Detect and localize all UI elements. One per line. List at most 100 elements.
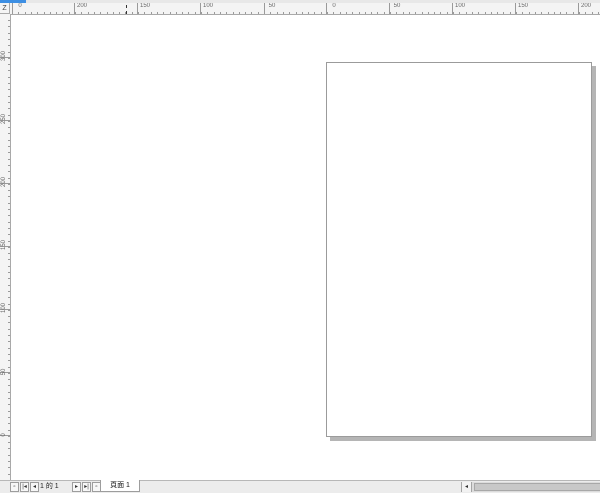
horizontal-scrollbar[interactable]: ◂ [461, 482, 600, 492]
vertical-ruler[interactable]: 300 250 200 150 100 50 0 [0, 14, 11, 480]
page-add-icon: ▫ [13, 484, 16, 490]
ruler-tick [446, 12, 448, 14]
ruler-tick [131, 12, 133, 14]
ruler-major-tick [578, 3, 579, 14]
ruler-tick [490, 12, 492, 14]
ruler-tick [62, 12, 64, 14]
ruler-tick [8, 133, 10, 135]
ruler-label: 0 [1, 433, 7, 437]
ruler-tick [8, 423, 10, 425]
ruler-tick [497, 12, 499, 14]
cursor-position-marker [126, 5, 128, 14]
first-page-button[interactable]: |◂ [20, 482, 29, 492]
ruler-tick [8, 146, 10, 147]
prev-page-icon: ◂ [32, 484, 36, 490]
ruler-label: 100 [202, 3, 214, 9]
ruler-label: 200 [76, 3, 88, 9]
add-page-before-button[interactable]: ▫ [10, 482, 19, 492]
ruler-tick [440, 12, 442, 14]
next-page-button[interactable]: ▸ [72, 482, 81, 492]
ruler-tick [528, 12, 530, 14]
tab-page-1[interactable]: 頁面 1 [100, 480, 140, 492]
scroll-left-icon: ◂ [464, 484, 468, 490]
ruler-tick [112, 12, 114, 14]
ruler-tick [541, 12, 543, 14]
ruler-tick [534, 12, 536, 14]
ruler-tick [169, 12, 171, 14]
ruler-tick [8, 265, 10, 267]
ruler-tick [516, 12, 517, 14]
ruler-tick [43, 12, 45, 14]
ruler-label: 50 [1, 368, 7, 376]
ruler-tick [465, 12, 467, 14]
ruler-tick [219, 12, 221, 14]
horizontal-ruler[interactable]: 0 200 150 100 50 0 50 100 150 200 [10, 3, 600, 15]
ruler-major-tick [452, 3, 453, 14]
ruler-tick [8, 227, 10, 229]
ruler-tick [339, 12, 341, 14]
ruler-tick [232, 12, 234, 14]
ruler-tick [8, 454, 10, 456]
ruler-tick [93, 12, 95, 14]
ruler-tick [226, 12, 228, 14]
ruler-tick [553, 12, 555, 14]
prev-page-button[interactable]: ◂ [30, 482, 39, 492]
ruler-tick [201, 12, 202, 14]
ruler-tick [427, 12, 429, 14]
ruler-tick [18, 12, 20, 14]
ruler-tick [308, 12, 310, 14]
drawing-canvas[interactable] [11, 15, 600, 480]
ruler-tick [8, 442, 10, 444]
ruler-major-tick [515, 3, 516, 14]
ruler-tick [8, 404, 10, 406]
scrollbar-thumb[interactable] [474, 483, 600, 491]
ruler-tick [8, 353, 10, 355]
ruler-tick [8, 127, 10, 129]
page-add-icon: ▫ [95, 484, 98, 490]
ruler-label: 100 [454, 3, 466, 9]
ruler-tick [194, 12, 196, 14]
scroll-left-button[interactable]: ◂ [462, 482, 472, 492]
ruler-tick [415, 12, 417, 14]
ruler-tick [87, 12, 89, 14]
ruler-tick [295, 12, 297, 14]
first-page-icon: |◂ [22, 484, 27, 490]
ruler-tick [8, 76, 10, 78]
ruler-tick [282, 12, 284, 14]
ruler-tick [144, 12, 146, 14]
ruler-tick [8, 32, 10, 34]
ruler-tick [459, 12, 461, 14]
ruler-tick [522, 12, 524, 14]
ruler-tick [163, 12, 165, 14]
ruler-tick [408, 12, 410, 14]
ruler-tick [119, 12, 121, 14]
ruler-tick [434, 12, 436, 14]
ruler-tick [597, 12, 599, 14]
ruler-major-tick [137, 3, 138, 14]
ruler-tick [8, 385, 10, 387]
ruler-tick [383, 12, 385, 14]
ruler-tick [175, 12, 177, 14]
ruler-tick [8, 101, 10, 103]
ruler-tick [8, 83, 10, 84]
last-page-button[interactable]: ▸| [82, 482, 91, 492]
ruler-tick [566, 12, 568, 14]
ruler-corner[interactable]: Z [0, 3, 10, 14]
ruler-tick [8, 209, 10, 210]
ruler-tick [8, 391, 10, 393]
ruler-tick [30, 12, 32, 14]
ruler-label: 200 [1, 176, 7, 187]
ruler-label: 50 [268, 3, 276, 9]
ruler-tick [8, 202, 10, 204]
ruler-tick [8, 114, 10, 116]
ruler-tick [8, 158, 10, 160]
ruler-tick [358, 12, 360, 14]
ruler-tick [8, 215, 10, 217]
ruler-tick [8, 177, 10, 179]
document-page[interactable] [326, 62, 592, 437]
ruler-tick [8, 341, 10, 343]
ruler-tick [484, 12, 486, 14]
ruler-tick [37, 12, 39, 14]
ruler-tick [8, 108, 10, 110]
ruler-label: 50 [393, 3, 401, 9]
